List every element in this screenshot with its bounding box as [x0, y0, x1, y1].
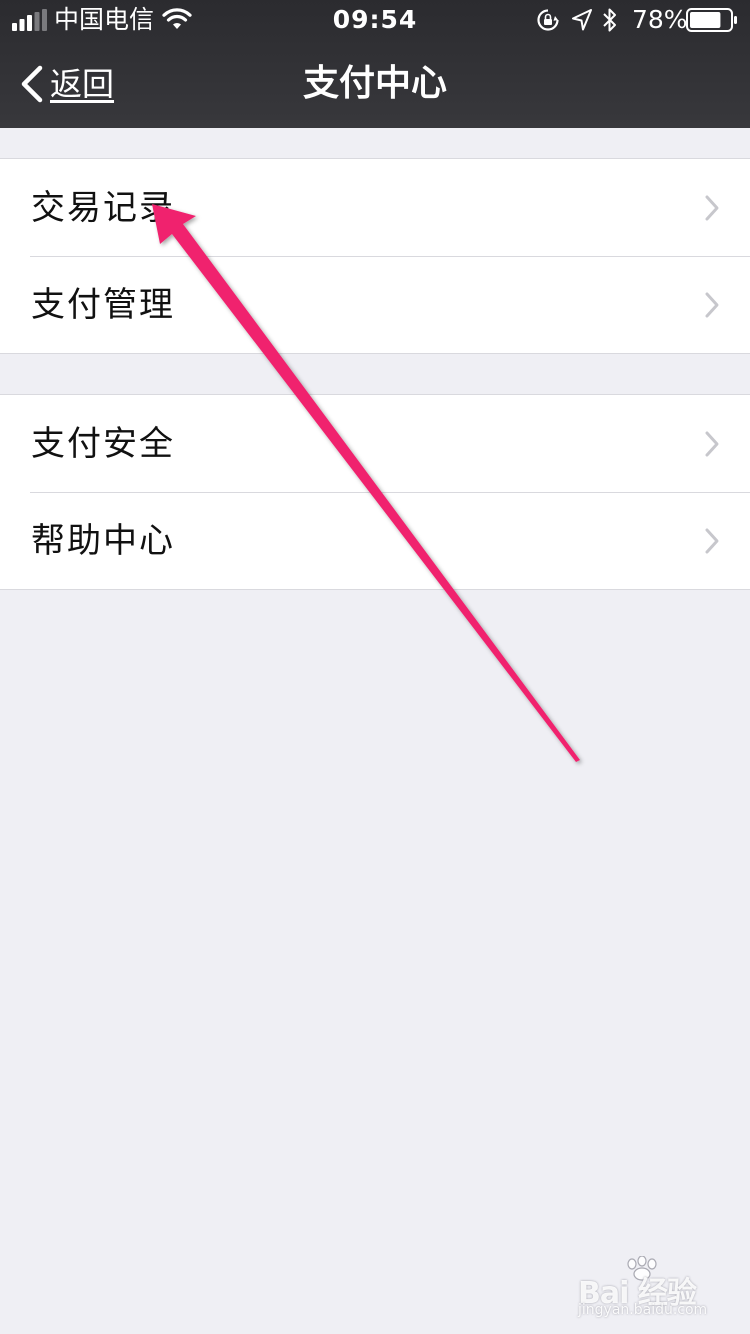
- menu-item-payment-management[interactable]: 支付管理: [0, 256, 750, 353]
- signal-icon: [12, 9, 47, 31]
- watermark-url: jingyan.baidu.com: [578, 1302, 708, 1318]
- chevron-right-icon: [705, 431, 719, 457]
- menu-item-label: 支付管理: [31, 285, 175, 325]
- menu-item-help-center[interactable]: 帮助中心: [0, 492, 750, 589]
- chevron-left-icon: [21, 65, 43, 103]
- rotation-lock-icon: [537, 9, 559, 31]
- back-label: 返回: [50, 65, 115, 103]
- chevron-right-icon: [705, 528, 719, 554]
- menu-item-label: 交易记录: [31, 188, 175, 228]
- header: 中国电信 09:54 78% 返回 支付中心: [0, 0, 750, 128]
- location-icon: [572, 9, 592, 31]
- chevron-right-icon: [705, 292, 719, 318]
- page-title: 支付中心: [302, 63, 447, 104]
- status-bar: 中国电信 09:54 78%: [0, 0, 750, 40]
- menu-item-payment-security[interactable]: 支付安全: [0, 395, 750, 492]
- menu-item-transaction-records[interactable]: 交易记录: [0, 159, 750, 256]
- menu-group-1: 交易记录 支付管理: [0, 158, 750, 354]
- status-time: 09:54: [332, 5, 418, 34]
- navigation-bar: 返回 支付中心: [0, 40, 750, 128]
- menu-group-2: 支付安全 帮助中心: [0, 394, 750, 590]
- back-button[interactable]: 返回: [18, 62, 114, 106]
- chevron-right-icon: [705, 195, 719, 221]
- wifi-icon: [162, 8, 192, 29]
- battery-percent: 78%: [632, 5, 688, 34]
- carrier-name: 中国电信: [54, 5, 155, 34]
- menu-item-label: 帮助中心: [31, 521, 175, 561]
- battery-icon: [686, 8, 737, 32]
- bluetooth-icon: [603, 8, 616, 32]
- menu-item-label: 支付安全: [31, 424, 175, 464]
